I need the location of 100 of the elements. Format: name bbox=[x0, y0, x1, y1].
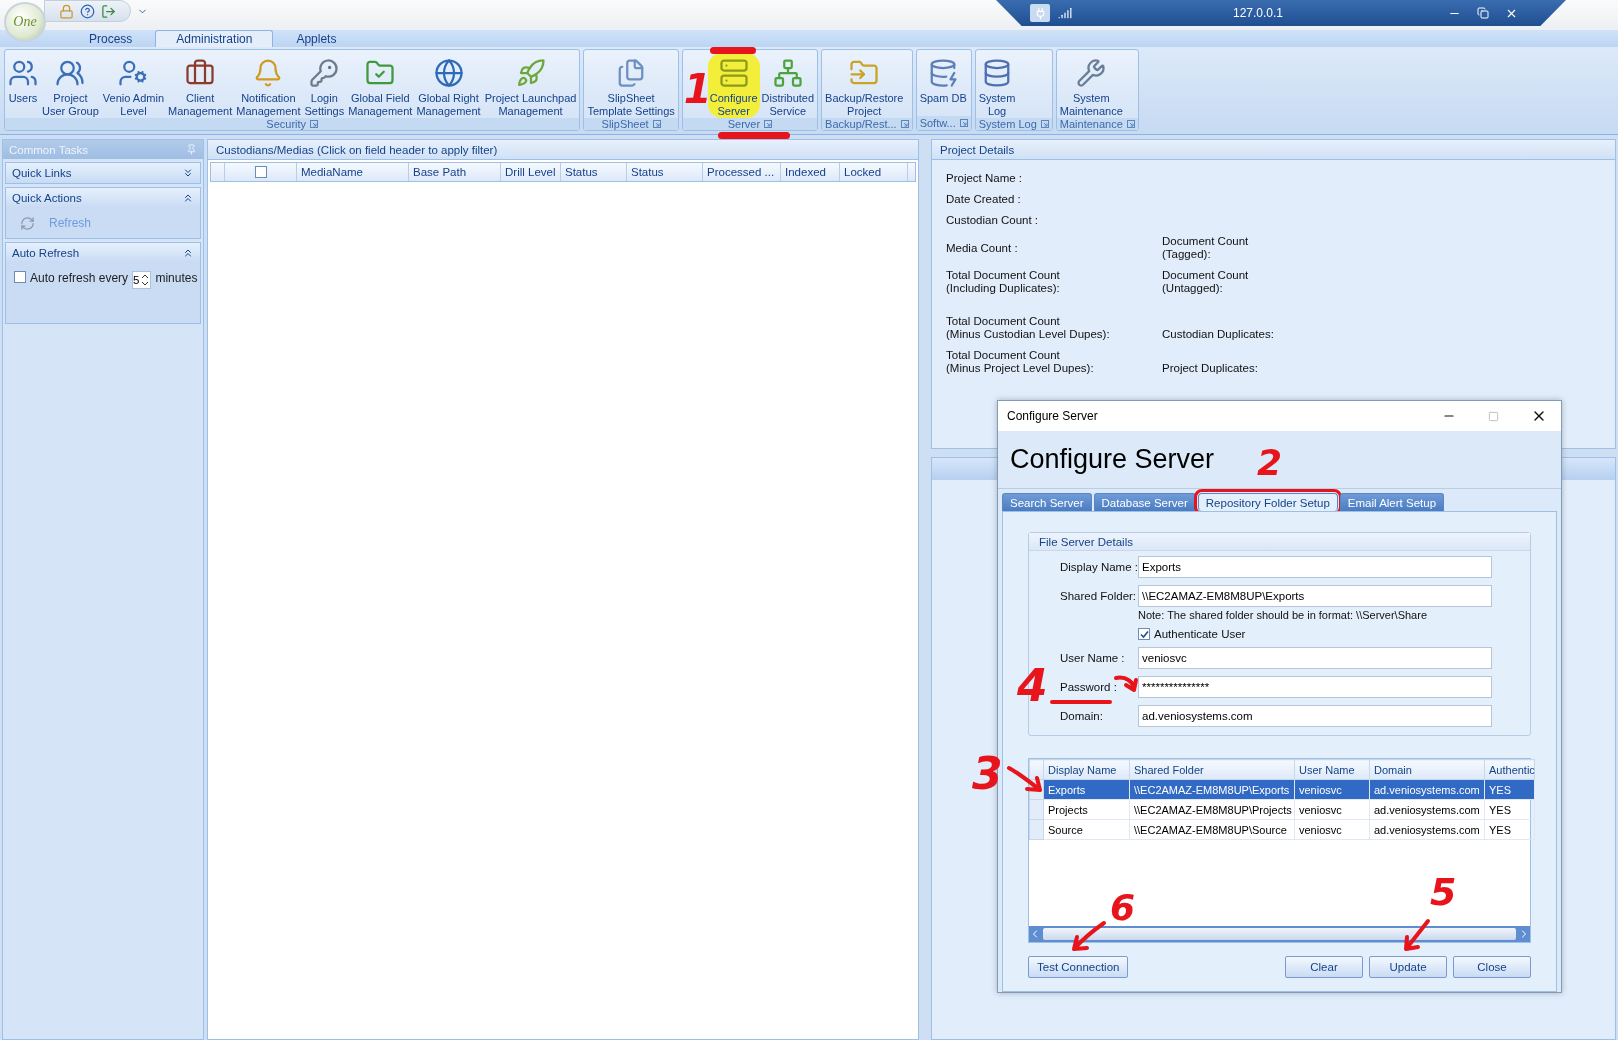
scrollbar[interactable] bbox=[1029, 926, 1530, 942]
ribbon-button[interactable]: System Log bbox=[976, 53, 1018, 118]
column-header[interactable]: Authentic bbox=[1484, 759, 1535, 780]
table-cell: Projects bbox=[1043, 799, 1130, 820]
column-header[interactable]: Status bbox=[561, 163, 627, 181]
column-header[interactable]: Display Name bbox=[1043, 759, 1130, 780]
ribbon-button[interactable]: Configure Server bbox=[707, 53, 760, 118]
dialog-launcher-icon[interactable] bbox=[959, 119, 968, 127]
panel-title: Common Tasks bbox=[9, 143, 89, 156]
select-all-checkbox[interactable] bbox=[254, 166, 267, 178]
column-header[interactable]: Locked bbox=[840, 163, 908, 181]
user-group-icon bbox=[55, 58, 86, 88]
chevron-icon[interactable] bbox=[182, 167, 194, 179]
column-header[interactable]: MediaName bbox=[297, 163, 409, 181]
unit-label: minutes bbox=[155, 271, 198, 285]
table-cell: veniosvc bbox=[1294, 799, 1370, 820]
group-label: Security bbox=[266, 118, 307, 130]
rocket-icon bbox=[515, 58, 546, 88]
ribbon-button[interactable]: Global Field Management bbox=[346, 53, 415, 118]
detail-label: Custodian Count : bbox=[946, 214, 1040, 227]
panel-title: Custodians/Medias (Click on field header to apply filter) bbox=[216, 143, 498, 156]
refresh-icon bbox=[20, 215, 35, 231]
ribbon-button[interactable]: Distributed Service bbox=[759, 53, 817, 118]
detail-label: Document Count (Tagged): bbox=[1162, 235, 1250, 261]
section-title[interactable]: Quick Links bbox=[12, 167, 72, 179]
lock-icon[interactable] bbox=[59, 3, 74, 19]
ribbon-tab[interactable]: Applets bbox=[275, 30, 358, 47]
chevron-icon[interactable] bbox=[182, 247, 194, 259]
column-header[interactable]: Processed ... bbox=[703, 163, 781, 181]
dialog-tab[interactable]: Email Alert Setup bbox=[1339, 493, 1445, 511]
ribbon-button[interactable]: Backup/Restore Project bbox=[823, 53, 906, 118]
ribbon-button[interactable]: Project User Group bbox=[40, 53, 101, 118]
dialog-tab[interactable]: Search Server bbox=[1002, 493, 1092, 511]
input-field[interactable]: \\EC2AMAZ-EM8M8UP\Exports bbox=[1138, 585, 1492, 607]
dialog-button[interactable]: Test Connection bbox=[1028, 956, 1129, 978]
dialog-button[interactable]: Close bbox=[1453, 956, 1531, 978]
user-gear-icon bbox=[118, 58, 149, 88]
input-field[interactable]: Exports bbox=[1138, 556, 1492, 578]
table-cell: YES bbox=[1484, 799, 1535, 820]
annotation-number: 3 bbox=[972, 752, 1003, 796]
ribbon-button[interactable]: Venio Admin Level bbox=[100, 53, 166, 118]
dialog-launcher-icon[interactable] bbox=[900, 120, 909, 128]
ribbon-button[interactable]: Notification Management bbox=[234, 53, 303, 118]
restore-icon[interactable] bbox=[1477, 7, 1489, 19]
group-title: File Server Details bbox=[1039, 535, 1133, 548]
dialog-button[interactable]: Update bbox=[1369, 956, 1447, 978]
ribbon-button[interactable]: Client Management bbox=[166, 53, 235, 118]
checkmark-icon bbox=[1139, 629, 1149, 639]
ribbon-tab[interactable]: Administration bbox=[155, 30, 274, 47]
detail-label: Custodian Duplicates: bbox=[1162, 328, 1275, 341]
annotation-mark bbox=[709, 47, 756, 54]
database-icon bbox=[928, 58, 959, 88]
column-header[interactable]: Drill Level bbox=[501, 163, 561, 181]
dialog-launcher-icon[interactable] bbox=[764, 120, 773, 128]
dialog-launcher-icon[interactable] bbox=[1040, 120, 1049, 128]
globe-icon bbox=[433, 58, 464, 88]
input-field[interactable]: ad.veniosystems.com bbox=[1138, 705, 1492, 727]
column-header[interactable]: Domain bbox=[1369, 759, 1485, 780]
input-field[interactable]: *************** bbox=[1138, 676, 1492, 698]
column-header[interactable]: Shared Folder bbox=[1129, 759, 1295, 780]
column-header[interactable]: Indexed bbox=[781, 163, 840, 181]
checkbox-label: Auto refresh every bbox=[30, 271, 129, 285]
annotation-number: 2 bbox=[1257, 445, 1283, 481]
dialog-launcher-icon[interactable] bbox=[652, 120, 661, 128]
ribbon-button[interactable]: Users bbox=[6, 53, 40, 105]
dialog-tab[interactable]: Database Server bbox=[1093, 493, 1196, 511]
note-text: Note: The shared folder should be in format: \\Server\Share bbox=[1138, 609, 1428, 621]
column-header[interactable]: Status bbox=[627, 163, 703, 181]
help-icon[interactable] bbox=[80, 3, 95, 19]
window-title: 127.0.0.1 bbox=[1231, 6, 1284, 20]
group-label: Maintenance bbox=[1059, 118, 1123, 130]
exit-icon[interactable] bbox=[101, 3, 116, 19]
ribbon-button[interactable]: SlipSheet Template Settings bbox=[585, 53, 677, 118]
ribbon-button[interactable]: Login Settings bbox=[302, 53, 347, 118]
wrench-icon bbox=[1076, 58, 1107, 88]
input-field[interactable]: veniosvc bbox=[1138, 647, 1492, 669]
detail-label: Document Count (Untagged): bbox=[1162, 269, 1250, 295]
dialog-title: Configure Server bbox=[1007, 409, 1099, 423]
chevron-icon[interactable] bbox=[182, 192, 194, 204]
column-header[interactable]: Base Path bbox=[409, 163, 501, 181]
dialog-button[interactable]: Clear bbox=[1285, 956, 1363, 978]
ribbon-button[interactable]: Project Launchpad Management bbox=[482, 53, 579, 118]
spinner-arrows-icon[interactable] bbox=[142, 274, 149, 286]
dialog-launcher-icon[interactable] bbox=[310, 120, 319, 128]
dialog-launcher-icon[interactable] bbox=[1126, 120, 1135, 128]
authenticate-checkbox[interactable]: Authenticate User bbox=[1138, 628, 1492, 640]
spinner-field[interactable]: 5 bbox=[132, 271, 152, 289]
ribbon-button[interactable]: Global Right Management bbox=[414, 53, 483, 118]
ribbon-tab[interactable]: Process bbox=[68, 30, 154, 47]
server-icon bbox=[718, 58, 749, 88]
checkbox[interactable] bbox=[14, 271, 26, 283]
annotation-number: 5 bbox=[1430, 873, 1457, 911]
column-header[interactable]: User Name bbox=[1294, 759, 1370, 780]
field-label: Domain: bbox=[1060, 710, 1104, 722]
field-label: Display Name : bbox=[1060, 561, 1138, 573]
table-cell: \\EC2AMAZ-EM8M8UP\Projects bbox=[1129, 799, 1295, 820]
ribbon-button[interactable]: Spam DB bbox=[917, 53, 969, 105]
ribbon-button[interactable]: System Maintenance bbox=[1057, 53, 1125, 118]
group-label: System Log bbox=[978, 118, 1037, 130]
table-cell: YES bbox=[1484, 819, 1535, 840]
